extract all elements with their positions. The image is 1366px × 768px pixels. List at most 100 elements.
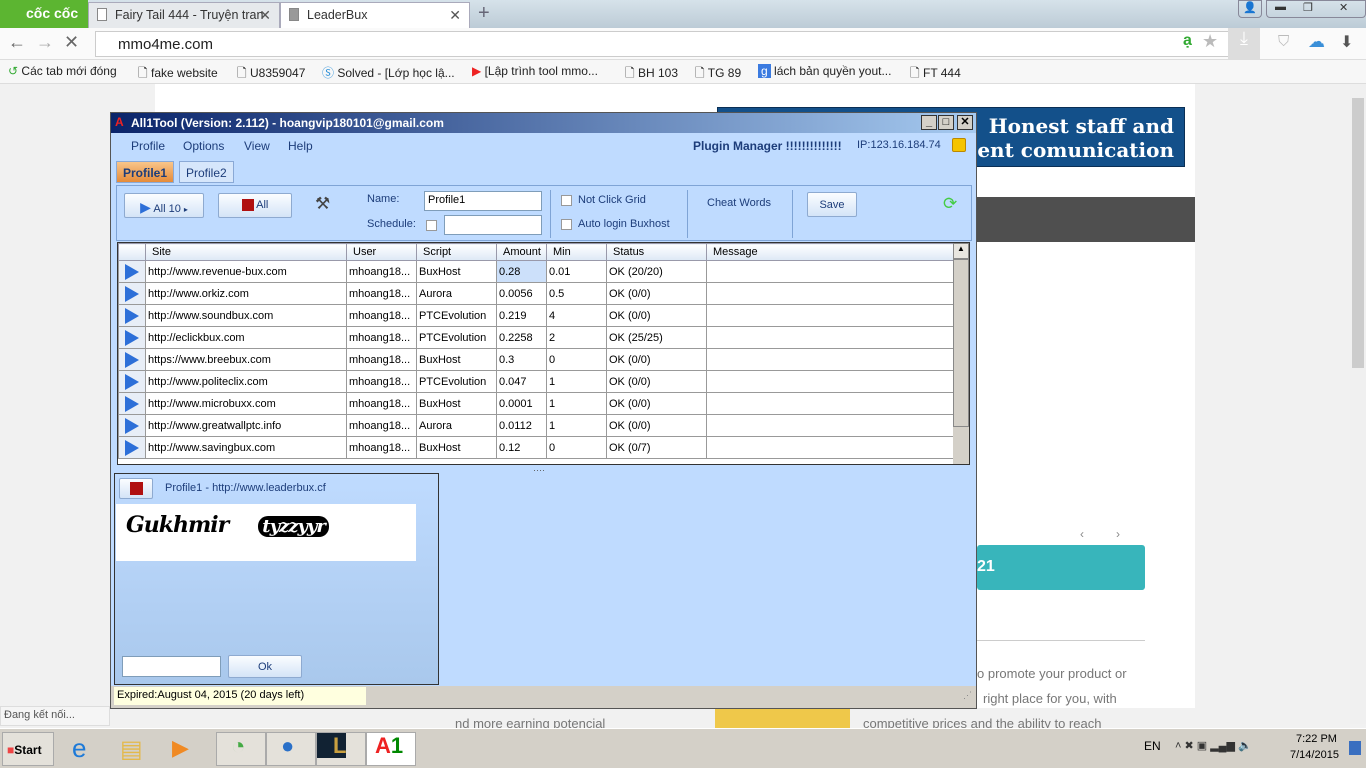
cell-user[interactable]: mhoang18... [346, 348, 417, 371]
cell-user[interactable]: mhoang18... [346, 304, 417, 327]
col-amount[interactable]: Amount [496, 243, 547, 261]
col-min[interactable]: Min [546, 243, 607, 261]
bookmark-u8359047[interactable]: 🗋 U8359047 [237, 64, 305, 85]
cell-site[interactable]: http://www.politeclix.com [145, 370, 347, 393]
downloads-icon[interactable]: ⬇ [1340, 32, 1353, 52]
cell-status[interactable]: OK (0/0) [606, 392, 707, 415]
cell-script[interactable]: PTCEvolution [416, 326, 497, 349]
forward-icon[interactable]: → [36, 32, 54, 53]
run-all-button[interactable]: ▶ All 10 ▸ [124, 193, 204, 218]
cell-site[interactable]: http://www.revenue-bux.com [145, 260, 347, 283]
table-row[interactable]: http://www.soundbux.com mhoang18... PTCEvo… [118, 304, 955, 327]
bookmark-bh103[interactable]: 🗋 BH 103 [625, 64, 678, 85]
run-row-button[interactable] [118, 370, 146, 393]
minimize-button[interactable]: _ [921, 115, 937, 130]
table-row[interactable]: https://www.breebux.com mhoang18... BuxHos… [118, 348, 955, 371]
cell-min[interactable]: 4 [546, 304, 607, 327]
table-row[interactable]: http://www.politeclix.com mhoang18... PTCE… [118, 370, 955, 393]
cell-site[interactable]: http://www.microbuxx.com [145, 392, 347, 415]
cell-message[interactable] [706, 282, 955, 305]
cell-user[interactable]: mhoang18... [346, 436, 417, 459]
cell-min[interactable]: 1 [546, 392, 607, 415]
cell-site[interactable]: http://www.orkiz.com [145, 282, 347, 305]
cell-script[interactable]: Aurora [416, 414, 497, 437]
col-status[interactable]: Status [606, 243, 707, 261]
table-row[interactable]: http://eclickbux.com mhoang18... PTCEvolut… [118, 326, 955, 349]
run-row-button[interactable] [118, 392, 146, 415]
tray-icons[interactable]: ˄ ✖ ▣ ▂▄▆ 🔈 [1175, 739, 1252, 752]
cell-script[interactable]: BuxHost [416, 348, 497, 371]
col-message[interactable]: Message [706, 243, 955, 261]
splitter-handle[interactable]: ···· [533, 465, 545, 475]
bookmark-recent-tabs[interactable]: ↺ Các tab mới đóng [8, 64, 117, 78]
coccoc-taskbar-icon[interactable]: ◔ [216, 732, 266, 766]
cell-message[interactable] [706, 260, 955, 283]
cell-amount[interactable]: 0.047 [496, 370, 547, 393]
minimize-icon[interactable]: ▬ [1275, 1, 1286, 13]
cell-message[interactable] [706, 436, 955, 459]
run-row-button[interactable] [118, 304, 146, 327]
cell-site[interactable]: http://www.greatwallptc.info [145, 414, 347, 437]
cell-message[interactable] [706, 392, 955, 415]
cell-script[interactable]: BuxHost [416, 436, 497, 459]
new-tab-icon[interactable]: + [478, 2, 490, 25]
bookmark-ft444[interactable]: 🗋 FT 444 [910, 64, 961, 85]
cell-site[interactable]: http://www.soundbux.com [145, 304, 347, 327]
star-icon[interactable]: ★ [1202, 31, 1218, 52]
shield-icon[interactable]: ⛉ [1278, 33, 1289, 50]
tab-profile1[interactable]: Profile1 [116, 161, 175, 183]
cell-amount[interactable]: 0.12 [496, 436, 547, 459]
cell-message[interactable] [706, 414, 955, 437]
cell-min[interactable]: 2 [546, 326, 607, 349]
table-row[interactable]: http://www.savingbux.com mhoang18... BuxHo… [118, 436, 955, 459]
col-site[interactable]: Site [145, 243, 347, 261]
run-row-button[interactable] [118, 326, 146, 349]
bookmark-lach-ban-quyen[interactable]: g lách bản quyền yout... [758, 64, 891, 78]
menu-options[interactable]: Options [183, 139, 224, 153]
restore-icon[interactable]: ❐ [1303, 1, 1313, 14]
cell-script[interactable]: PTCEvolution [416, 304, 497, 327]
run-row-button[interactable] [118, 436, 146, 459]
auto-login-checkbox[interactable] [561, 219, 572, 230]
cell-status[interactable]: OK (0/0) [606, 414, 707, 437]
tab-leaderbux[interactable]: LeaderBux ✕ [280, 2, 470, 28]
bookmark-lap-trinh[interactable]: ▶ [Lập trình tool mmo... [472, 64, 598, 78]
cell-status[interactable]: OK (0/7) [606, 436, 707, 459]
cell-message[interactable] [706, 370, 955, 393]
not-click-grid-checkbox[interactable] [561, 195, 572, 206]
tools-icon[interactable]: ⚒ [315, 194, 330, 214]
cell-status[interactable]: OK (0/0) [606, 348, 707, 371]
cell-status[interactable]: OK (0/0) [606, 304, 707, 327]
cell-user[interactable]: mhoang18... [346, 260, 417, 283]
league-taskbar-icon[interactable]: L [316, 732, 366, 766]
cell-min[interactable]: 1 [546, 414, 607, 437]
run-row-button[interactable] [118, 348, 146, 371]
table-row[interactable]: http://www.orkiz.com mhoang18... Aurora 0.0… [118, 282, 955, 305]
clock-date[interactable]: 7/14/2015 [1290, 749, 1339, 761]
save-button[interactable]: Save [807, 192, 857, 217]
cell-message[interactable] [706, 304, 955, 327]
cell-message[interactable] [706, 348, 955, 371]
table-row[interactable]: http://www.revenue-bux.com mhoang18... Bux… [118, 260, 955, 283]
refresh-icon[interactable]: ⟳ [943, 194, 957, 214]
stop-all-button[interactable]: All [218, 193, 292, 218]
cell-site[interactable]: http://eclickbux.com [145, 326, 347, 349]
schedule-checkbox[interactable] [426, 220, 437, 231]
next-icon[interactable]: › [1116, 527, 1120, 541]
cell-min[interactable]: 0 [546, 348, 607, 371]
cheat-words-button[interactable]: Cheat Words [707, 197, 771, 209]
cell-amount[interactable]: 0.219 [496, 304, 547, 327]
menu-profile[interactable]: Profile [131, 139, 165, 153]
cell-amount[interactable]: 0.28 [496, 260, 547, 283]
download-page-icon[interactable]: ⤓ [1228, 28, 1260, 60]
name-input[interactable]: Profile1 [424, 191, 542, 211]
back-icon[interactable]: ← [8, 32, 26, 53]
language-indicator[interactable]: EN [1144, 739, 1161, 753]
minimize-tray-icon[interactable] [952, 138, 966, 152]
maximize-button[interactable]: □ [938, 115, 954, 130]
cell-user[interactable]: mhoang18... [346, 326, 417, 349]
clock-time[interactable]: 7:22 PM [1296, 733, 1337, 745]
cell-user[interactable]: mhoang18... [346, 392, 417, 415]
prev-icon[interactable]: ‹ [1080, 527, 1084, 541]
cell-amount[interactable]: 0.2258 [496, 326, 547, 349]
